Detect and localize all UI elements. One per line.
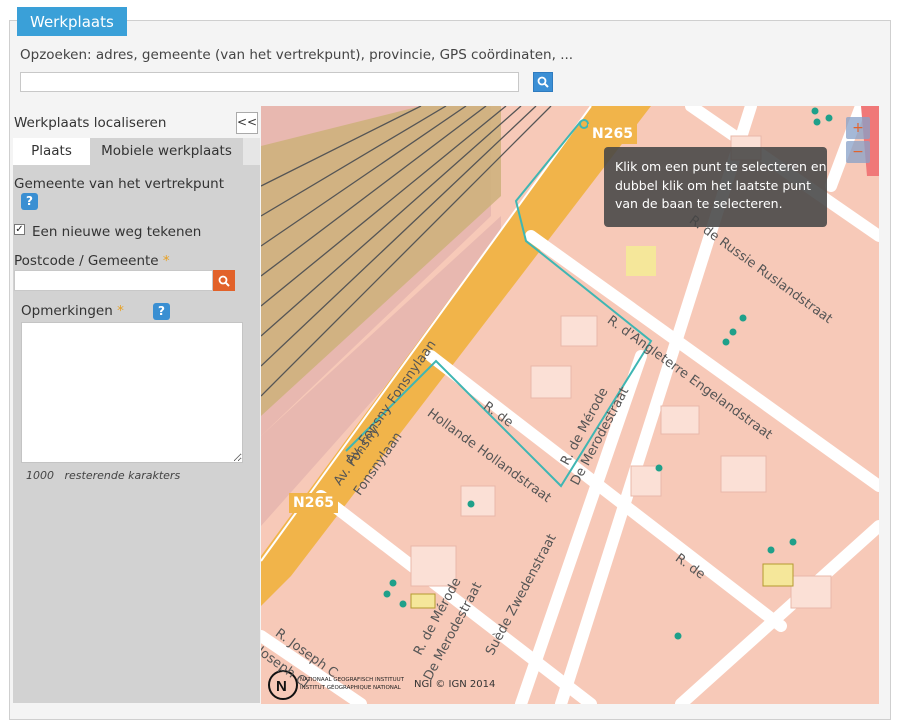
- postcode-label: Postcode / Gemeente *: [14, 253, 170, 269]
- section-title: Werkplaats: [17, 7, 127, 36]
- counter-text: resterende karakters: [64, 469, 181, 482]
- road-badge-n265: N265: [588, 124, 637, 144]
- notes-help-icon[interactable]: ?: [153, 303, 170, 320]
- tab-mobiele-werkplaats[interactable]: Mobiele werkplaats: [90, 138, 243, 165]
- zoom-out-button[interactable]: −: [846, 141, 870, 163]
- panel-header: Werkplaats localiseren: [13, 107, 260, 138]
- required-mark: *: [162, 253, 170, 269]
- ngi-logo-text: NATIONAAL GEOGRAFISCH INSTITUUT INSTITUT …: [300, 676, 404, 692]
- gemeente-label: Gemeente van het vertrekpunt: [14, 176, 225, 192]
- yellow-building: [626, 246, 656, 276]
- search-icon: [537, 76, 549, 88]
- new-road-checkbox[interactable]: ✓: [14, 224, 25, 235]
- svg-text:N: N: [276, 678, 287, 695]
- zoom-controls: + −: [846, 117, 870, 163]
- yellow-building: [762, 563, 794, 587]
- char-counter: 1000 resterende karakters: [26, 469, 180, 482]
- panel-title: Werkplaats localiseren: [14, 115, 167, 131]
- postcode-search-button[interactable]: [213, 270, 235, 291]
- notes-label-text: Opmerkingen: [21, 303, 113, 319]
- yellow-building: [410, 593, 436, 609]
- tab-plaats[interactable]: Plaats: [13, 138, 90, 165]
- ngi-line-2: INSTITUT GÉOGRAPHIQUE NATIONAL: [300, 685, 401, 691]
- required-mark: *: [117, 303, 124, 319]
- map-tooltip: Klik om een punt te selecteren en dubbel…: [604, 147, 827, 227]
- road-badge-n265: N265: [289, 493, 338, 513]
- zoom-in-button[interactable]: +: [846, 117, 870, 139]
- notes-label: Opmerkingen *: [21, 303, 124, 319]
- search-button[interactable]: [533, 72, 553, 92]
- collapse-panel-button[interactable]: <<: [236, 112, 258, 134]
- gemeente-help-icon[interactable]: ?: [21, 193, 38, 210]
- search-icon: [218, 275, 230, 287]
- postcode-label-text: Postcode / Gemeente: [14, 253, 159, 269]
- counter-value: 1000: [26, 469, 54, 482]
- postcode-input[interactable]: [14, 270, 213, 291]
- search-input[interactable]: [20, 72, 519, 92]
- notes-textarea[interactable]: [21, 322, 243, 463]
- left-panel: Werkplaats localiseren Plaats Mobiele we…: [13, 107, 260, 703]
- ngi-line-1: NATIONAAL GEOGRAFISCH INSTITUUT: [300, 677, 405, 683]
- new-road-label: Een nieuwe weg tekenen: [32, 224, 202, 240]
- tab-bar: Plaats Mobiele werkplaats: [13, 138, 260, 165]
- map-copyright: NGI © IGN 2014: [414, 679, 496, 690]
- search-label: Opzoeken: adres, gemeente (van het vertr…: [20, 47, 574, 63]
